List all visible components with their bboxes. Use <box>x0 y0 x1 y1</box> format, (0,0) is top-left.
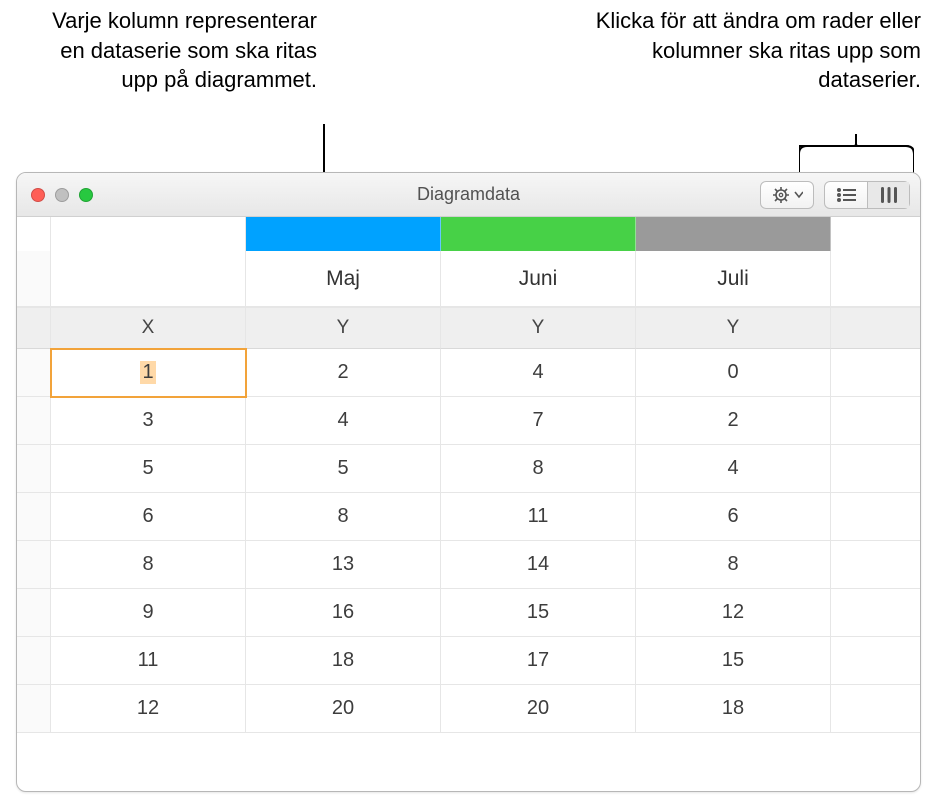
data-cell-4-0[interactable]: 13 <box>246 541 441 589</box>
data-cell-trailing-2[interactable] <box>831 445 920 493</box>
data-cell-1-1[interactable]: 7 <box>441 397 636 445</box>
axis-y-header-2[interactable]: Y <box>636 307 831 349</box>
month-header-1[interactable]: Juni <box>441 251 636 307</box>
data-cell-2-1[interactable]: 8 <box>441 445 636 493</box>
window-traffic-lights <box>31 188 93 202</box>
color-strip-trailing <box>831 217 920 251</box>
row-stub-1 <box>17 397 51 445</box>
data-cell-7-1[interactable]: 20 <box>441 685 636 733</box>
data-cell-1-0[interactable]: 4 <box>246 397 441 445</box>
data-cell-x-4[interactable]: 8 <box>51 541 246 589</box>
series-orientation-toggle <box>824 181 910 209</box>
data-cell-x-7[interactable]: 12 <box>51 685 246 733</box>
row-stub-3 <box>17 493 51 541</box>
settings-menu-button[interactable] <box>760 181 814 209</box>
plot-columns-button[interactable] <box>867 182 909 208</box>
row-stub-2 <box>17 445 51 493</box>
data-cell-3-2[interactable]: 6 <box>636 493 831 541</box>
row-stub-6 <box>17 637 51 685</box>
rows-icon <box>836 188 856 202</box>
plot-rows-button[interactable] <box>825 182 867 208</box>
axis-head-trailing[interactable] <box>831 307 920 349</box>
data-cell-trailing-1[interactable] <box>831 397 920 445</box>
data-cell-4-1[interactable]: 14 <box>441 541 636 589</box>
data-cell-7-2[interactable]: 18 <box>636 685 831 733</box>
month-header-2[interactable]: Juli <box>636 251 831 307</box>
data-cell-trailing-0[interactable] <box>831 349 920 397</box>
data-cell-x-0[interactable]: 1 <box>51 349 246 397</box>
data-cell-3-1[interactable]: 11 <box>441 493 636 541</box>
gear-icon <box>771 187 803 203</box>
series-color-1[interactable] <box>441 217 636 251</box>
chart-data-window: Diagramdata <box>16 172 921 792</box>
chevron-down-icon <box>795 192 803 197</box>
window-close-button[interactable] <box>31 188 45 202</box>
data-cell-trailing-6[interactable] <box>831 637 920 685</box>
table-corner <box>17 217 51 251</box>
callout-column-series: Varje kolumn representerar en dataserie … <box>32 6 317 95</box>
row-stub <box>17 251 51 307</box>
row-stub-5 <box>17 589 51 637</box>
callout-right-bracket <box>799 134 914 176</box>
toolbar-right <box>760 181 910 209</box>
data-cell-0-2[interactable]: 0 <box>636 349 831 397</box>
window-zoom-button[interactable] <box>79 188 93 202</box>
data-cell-x-3[interactable]: 6 <box>51 493 246 541</box>
data-cell-x-6[interactable]: 11 <box>51 637 246 685</box>
data-cell-x-1[interactable]: 3 <box>51 397 246 445</box>
window-titlebar: Diagramdata <box>17 173 920 217</box>
data-cell-2-0[interactable]: 5 <box>246 445 441 493</box>
callout-toggle-series: Klicka för att ändra om rader eller kolu… <box>551 6 921 95</box>
data-cell-trailing-3[interactable] <box>831 493 920 541</box>
axis-stub <box>17 307 51 349</box>
row-stub-4 <box>17 541 51 589</box>
data-cell-3-0[interactable]: 8 <box>246 493 441 541</box>
data-cell-trailing-4[interactable] <box>831 541 920 589</box>
data-cell-5-0[interactable]: 16 <box>246 589 441 637</box>
data-cell-x-5[interactable]: 9 <box>51 589 246 637</box>
data-cell-5-2[interactable]: 12 <box>636 589 831 637</box>
data-cell-7-0[interactable]: 20 <box>246 685 441 733</box>
data-cell-4-2[interactable]: 8 <box>636 541 831 589</box>
axis-y-header-0[interactable]: Y <box>246 307 441 349</box>
series-color-2[interactable] <box>636 217 831 251</box>
window-minimize-button[interactable] <box>55 188 69 202</box>
data-cell-x-2[interactable]: 5 <box>51 445 246 493</box>
series-color-0[interactable] <box>246 217 441 251</box>
data-table[interactable]: MajJuniJuliXYYY1240347255846811681314891… <box>17 217 920 791</box>
columns-icon <box>880 187 898 203</box>
month-head-blank[interactable] <box>51 251 246 307</box>
data-cell-0-0[interactable]: 2 <box>246 349 441 397</box>
data-cell-6-2[interactable]: 15 <box>636 637 831 685</box>
data-cell-5-1[interactable]: 15 <box>441 589 636 637</box>
month-head-trailing[interactable] <box>831 251 920 307</box>
data-cell-0-1[interactable]: 4 <box>441 349 636 397</box>
color-strip-blank <box>51 217 246 251</box>
row-stub-7 <box>17 685 51 733</box>
data-cell-6-1[interactable]: 17 <box>441 637 636 685</box>
data-cell-6-0[interactable]: 18 <box>246 637 441 685</box>
axis-y-header-1[interactable]: Y <box>441 307 636 349</box>
month-header-0[interactable]: Maj <box>246 251 441 307</box>
row-stub-0 <box>17 349 51 397</box>
data-cell-1-2[interactable]: 2 <box>636 397 831 445</box>
data-cell-2-2[interactable]: 4 <box>636 445 831 493</box>
data-cell-trailing-5[interactable] <box>831 589 920 637</box>
data-cell-trailing-7[interactable] <box>831 685 920 733</box>
axis-x-header[interactable]: X <box>51 307 246 349</box>
